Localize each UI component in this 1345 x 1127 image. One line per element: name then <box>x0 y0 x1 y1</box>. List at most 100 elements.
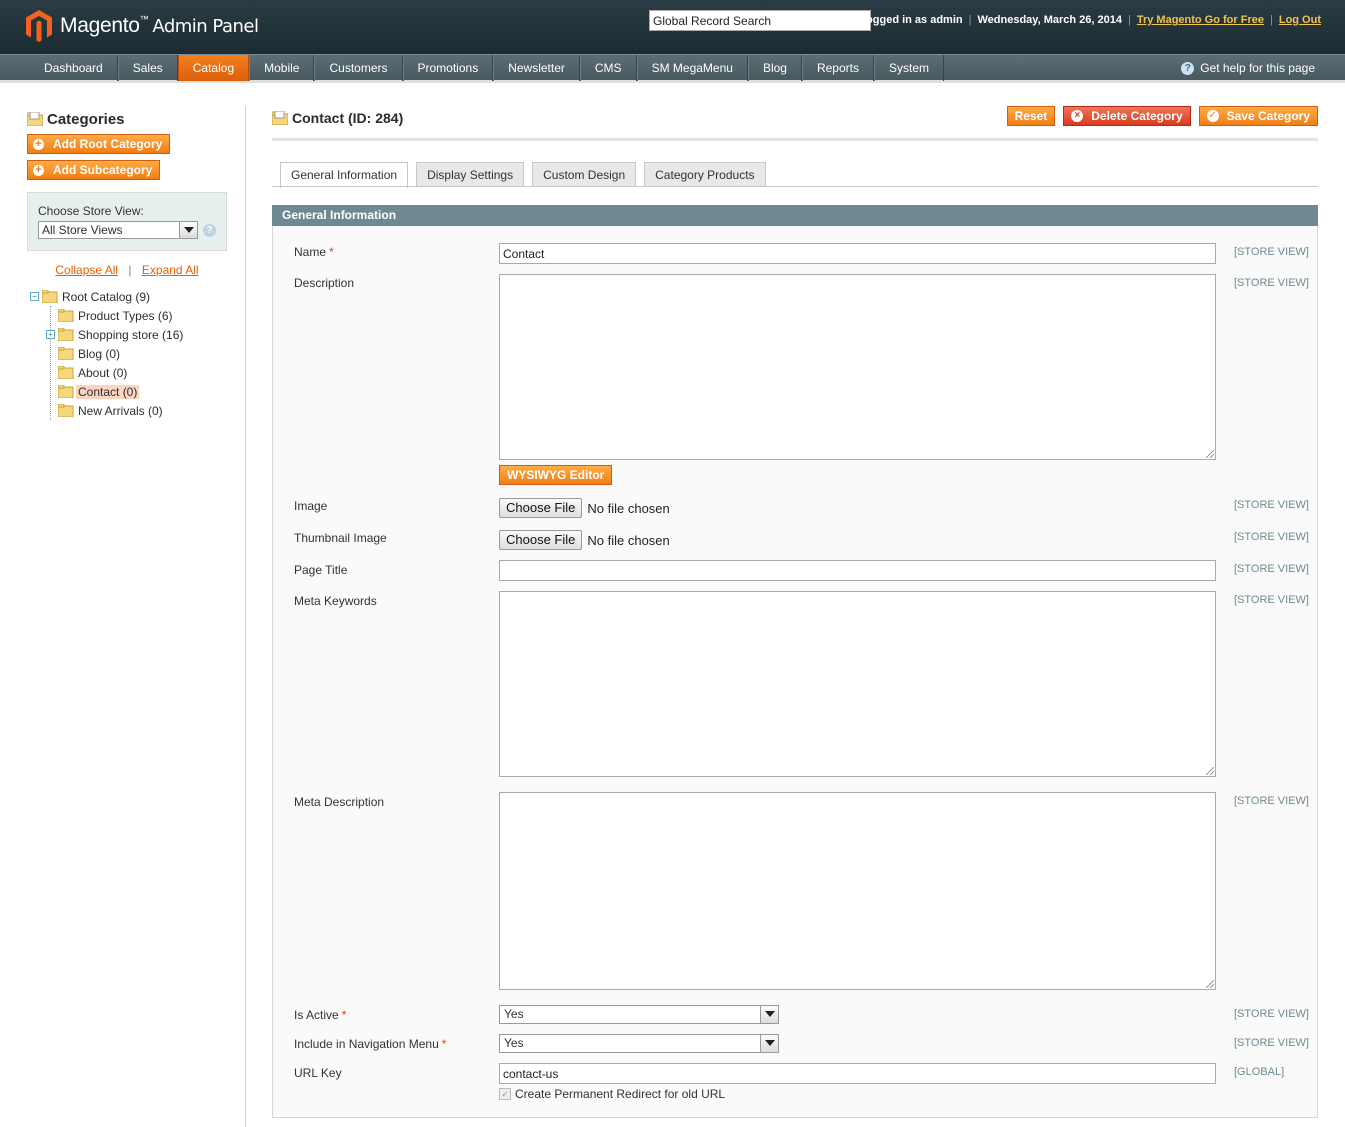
nav-cms[interactable]: CMS <box>579 55 637 81</box>
plus-icon: + <box>33 138 44 150</box>
plus-icon: + <box>33 164 44 176</box>
nav-sm-megamenu[interactable]: SM MegaMenu <box>636 55 748 81</box>
expand-icon[interactable]: + <box>46 330 55 339</box>
url-key-field[interactable] <box>499 1063 1216 1084</box>
choose-file-button[interactable]: Choose File <box>499 498 583 518</box>
expand-all-link[interactable]: Expand All <box>142 263 199 277</box>
tree-node-contact[interactable]: Contact (0) <box>30 382 185 401</box>
page-title-field[interactable] <box>499 560 1216 581</box>
help-link[interactable]: ? Get help for this page <box>1181 55 1315 81</box>
store-view-select[interactable]: All Store Views <box>38 221 199 239</box>
delete-icon: × <box>1071 110 1084 122</box>
tree-node-new-arrivals[interactable]: New Arrivals (0) <box>30 401 185 420</box>
admin-header: Magento™Admin Panel Logged in as admin |… <box>0 0 1345 54</box>
tree-node-product-types[interactable]: Product Types (6) <box>30 306 185 325</box>
section-header: General Information <box>272 205 1318 226</box>
nav-catalog[interactable]: Catalog <box>177 55 250 81</box>
chevron-down-icon <box>760 1035 778 1052</box>
tree-node-about[interactable]: About (0) <box>30 363 185 382</box>
category-tabs: General Information Display Settings Cus… <box>280 162 766 188</box>
folder-icon <box>27 112 43 126</box>
categories-sidebar: Categories + Add Root Category + Add Sub… <box>27 106 232 277</box>
no-file-text: No file chosen <box>587 500 670 516</box>
category-edit-main: Contact (ID: 284) Reset × Delete Categor… <box>272 103 1318 1118</box>
description-label: Description <box>294 276 355 290</box>
nav-sales[interactable]: Sales <box>117 55 178 81</box>
scope-label: [STORE VIEW] <box>1234 1037 1309 1049</box>
page-title: Contact (ID: 284) <box>272 110 403 126</box>
reset-button[interactable]: Reset <box>1006 106 1056 126</box>
help-icon: ? <box>1181 61 1195 75</box>
global-search-input[interactable] <box>649 10 871 31</box>
tree-node-label: New Arrivals (0) <box>78 403 163 418</box>
delete-category-button[interactable]: × Delete Category <box>1063 106 1191 126</box>
wysiwyg-editor-button[interactable]: WYSIWYG Editor <box>499 465 613 485</box>
permanent-redirect-checkbox[interactable]: ✓ <box>499 1088 511 1100</box>
categories-title: Categories <box>27 106 232 132</box>
divider <box>272 186 1318 187</box>
tree-toggle-links: Collapse All | Expand All <box>55 263 199 277</box>
add-root-category-button[interactable]: + Add Root Category <box>27 134 171 154</box>
divider <box>272 138 1318 141</box>
logout-link[interactable]: Log Out <box>1279 14 1321 26</box>
save-category-button[interactable]: ✓ Save Category <box>1198 106 1318 126</box>
page-title-label: Page Title <box>294 563 348 577</box>
nav-system[interactable]: System <box>874 55 945 81</box>
magento-logo[interactable]: Magento™ Admin Panel <box>26 10 259 42</box>
name-field[interactable] <box>499 243 1216 264</box>
nav-promotions[interactable]: Promotions <box>402 55 494 81</box>
main-nav: Dashboard Sales Catalog Mobile Customers… <box>0 54 1345 83</box>
thumbnail-image-label: Thumbnail Image <box>294 531 387 545</box>
tree-node-label: Product Types (6) <box>78 308 173 323</box>
folder-icon <box>58 366 74 379</box>
url-key-label: URL Key <box>294 1066 342 1080</box>
scope-label: [STORE VIEW] <box>1234 277 1309 289</box>
tree-node-root-catalog[interactable]: − Root Catalog (9) <box>30 287 185 306</box>
tree-node-label: Contact (0) <box>76 384 140 399</box>
collapse-icon[interactable]: − <box>30 292 39 301</box>
chevron-down-icon <box>179 222 198 238</box>
nav-mobile[interactable]: Mobile <box>249 55 315 81</box>
collapse-all-link[interactable]: Collapse All <box>55 263 118 277</box>
scope-label: [STORE VIEW] <box>1234 563 1309 575</box>
tab-category-products[interactable]: Category Products <box>644 162 766 187</box>
tab-general-information[interactable]: General Information <box>280 162 409 188</box>
scope-label: [STORE VIEW] <box>1234 499 1309 511</box>
tab-custom-design[interactable]: Custom Design <box>532 162 637 187</box>
include-nav-select[interactable]: Yes <box>499 1034 779 1053</box>
scope-label: [STORE VIEW] <box>1234 594 1309 606</box>
folder-icon <box>58 385 74 398</box>
tree-node-label: Shopping store (16) <box>78 327 184 342</box>
image-file-input: Choose File No file chosen <box>499 498 670 518</box>
meta-description-textarea[interactable] <box>499 792 1216 990</box>
add-subcategory-button[interactable]: + Add Subcategory <box>27 160 161 180</box>
nav-blog[interactable]: Blog <box>747 55 802 81</box>
folder-icon <box>58 347 74 360</box>
thumbnail-file-input: Choose File No file chosen <box>499 530 670 550</box>
try-magento-go-link[interactable]: Try Magento Go for Free <box>1137 14 1264 26</box>
no-file-text: No file chosen <box>587 532 670 548</box>
choose-file-button[interactable]: Choose File <box>499 530 583 550</box>
nav-newsletter[interactable]: Newsletter <box>493 55 580 81</box>
is-active-label: Is Active * <box>294 1008 347 1022</box>
category-tree: − Root Catalog (9) Product Types (6) + S… <box>30 287 185 420</box>
is-active-select[interactable]: Yes <box>499 1005 779 1024</box>
scope-label: [STORE VIEW] <box>1234 1008 1309 1020</box>
nav-customers[interactable]: Customers <box>314 55 403 81</box>
help-link-text: Get help for this page <box>1200 60 1315 75</box>
store-view-label: Choose Store View: <box>38 204 144 218</box>
nav-reports[interactable]: Reports <box>801 55 874 81</box>
tree-node-shopping-store[interactable]: + Shopping store (16) <box>30 325 185 344</box>
folder-icon <box>272 111 288 125</box>
include-nav-label: Include in Navigation Menu * <box>294 1037 447 1051</box>
tab-display-settings[interactable]: Display Settings <box>416 162 525 187</box>
image-label: Image <box>294 499 328 513</box>
meta-keywords-textarea[interactable] <box>499 591 1216 777</box>
tree-node-blog[interactable]: Blog (0) <box>30 344 185 363</box>
folder-open-icon <box>42 290 58 303</box>
help-icon[interactable]: ? <box>203 223 216 237</box>
scope-label: [STORE VIEW] <box>1234 246 1309 258</box>
description-textarea[interactable] <box>499 274 1216 460</box>
nav-dashboard[interactable]: Dashboard <box>30 55 118 81</box>
check-icon: ✓ <box>1206 110 1219 122</box>
